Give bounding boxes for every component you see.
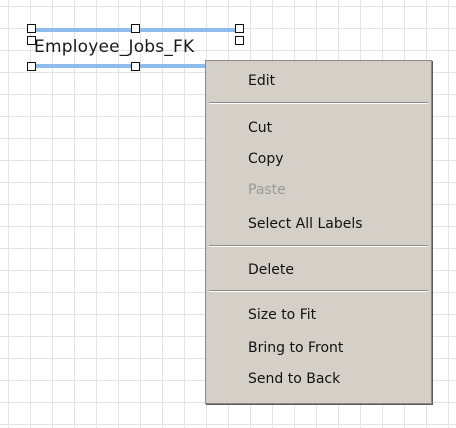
- resize-handle-top-right[interactable]: [235, 24, 244, 33]
- menu-separator: [209, 290, 428, 292]
- resize-handle-bottom-center[interactable]: [131, 62, 140, 71]
- resize-handle-top-left[interactable]: [27, 24, 36, 33]
- context-menu: Edit Cut Copy Paste Select All Labels De…: [205, 60, 432, 404]
- menu-separator: [209, 102, 428, 104]
- menu-item-paste: Paste: [248, 182, 286, 198]
- resize-handle-top-center[interactable]: [131, 24, 140, 33]
- menu-item-copy[interactable]: Copy: [206, 147, 431, 171]
- label-text[interactable]: Employee_Jobs_FK: [34, 37, 194, 57]
- resize-handle-bottom-left[interactable]: [27, 62, 36, 71]
- resize-handle-middle-left[interactable]: [27, 36, 36, 45]
- menu-item-delete[interactable]: Delete: [206, 258, 431, 282]
- menu-item-edit[interactable]: Edit: [206, 69, 431, 93]
- diagram-canvas[interactable]: Employee_Jobs_FK Edit Cut Copy Paste Sel…: [0, 0, 456, 428]
- menu-item-size-to-fit[interactable]: Size to Fit: [206, 303, 431, 327]
- menu-item-cut[interactable]: Cut: [206, 116, 431, 140]
- menu-item-send-to-back[interactable]: Send to Back: [206, 367, 431, 391]
- menu-item-bring-to-front[interactable]: Bring to Front: [206, 336, 431, 360]
- menu-separator: [209, 245, 428, 247]
- menu-item-select-all-labels[interactable]: Select All Labels: [206, 212, 431, 236]
- resize-handle-middle-right[interactable]: [235, 36, 244, 45]
